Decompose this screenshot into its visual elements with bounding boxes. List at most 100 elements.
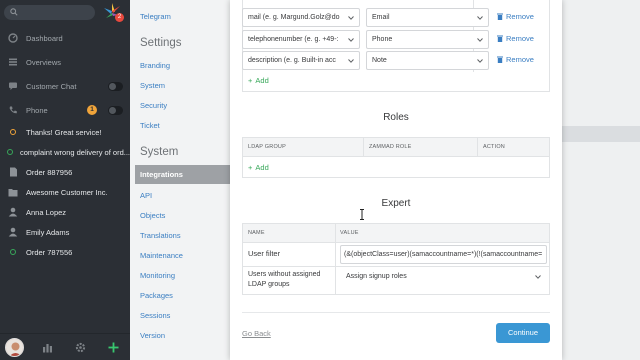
plus-icon: + [248, 76, 253, 85]
roles-table: LDAP GROUP ZAMMAD ROLE ACTION + Add [242, 137, 550, 178]
nav-overviews-label: Overviews [26, 57, 62, 67]
ticket-item-label: Thanks! Great service! [26, 127, 102, 137]
sidebar-ticket-item[interactable]: Thanks! Great service! [0, 122, 130, 142]
settings-nav-item-api[interactable]: API [140, 191, 152, 200]
ldap-attribute-value: mail (e. g. Margund.Golz@do [248, 14, 340, 21]
phone-toggle[interactable] [108, 106, 123, 115]
remove-label: Remove [506, 34, 534, 43]
sidebar-user-item[interactable]: Anna Lopez [0, 202, 130, 222]
chat-icon [0, 81, 26, 91]
search-icon [10, 8, 18, 16]
remove-mapping-button[interactable]: Remove [497, 12, 534, 21]
settings-section-heading: Settings [140, 37, 182, 49]
zammad-attribute-select[interactable]: Note [366, 51, 489, 70]
trash-icon [497, 13, 503, 20]
settings-nav-item-system[interactable]: System [140, 81, 165, 90]
settings-nav-item-sessions[interactable]: Sessions [140, 311, 170, 320]
expert-heading: Expert [381, 198, 411, 209]
chevron-down-icon [348, 16, 354, 20]
settings-nav-item-version[interactable]: Version [140, 331, 165, 340]
add-mapping-label: Add [255, 76, 269, 85]
sidebar-top-bar: 2 [0, 0, 130, 26]
zammad-role-column-header: ZAMMAD ROLE [369, 144, 412, 150]
unassigned-users-select[interactable]: Assign signup roles [340, 267, 547, 286]
mapping-row: mail (e. g. Margund.Golz@do Email Remove [242, 8, 538, 29]
settings-nav-item-integrations-label: Integrations [140, 170, 183, 179]
nav-phone-label: Phone [26, 105, 48, 115]
add-mapping-button[interactable]: + Add [248, 76, 269, 85]
unassigned-users-label: Users without assigned LDAP groups [248, 271, 321, 288]
user-icon [0, 227, 26, 237]
remove-mapping-button[interactable]: Remove [497, 34, 534, 43]
document-icon [0, 167, 26, 177]
continue-button[interactable]: Continue [496, 323, 550, 343]
sidebar-ticket-item[interactable]: complaint wrong delivery of ord... [0, 142, 130, 162]
zammad-attribute-value: Note [372, 57, 387, 64]
organization-item-label: Awesome Customer Inc. [26, 187, 108, 197]
nav-overviews[interactable]: Overviews [0, 52, 130, 72]
system-section-heading: System [140, 146, 179, 158]
sidebar-user-item[interactable]: Emily Adams [0, 222, 130, 242]
ldap-attribute-select[interactable]: telephonenumber (e. g. +49-: [242, 30, 360, 49]
settings-nav-item-objects[interactable]: Objects [140, 211, 165, 220]
trash-icon [497, 56, 503, 63]
ticket-status-icon [0, 129, 26, 135]
user-item-label: Anna Lopez [26, 207, 67, 217]
ticket-status-icon [0, 149, 20, 155]
nav-customer-chat-label: Customer Chat [26, 81, 77, 91]
sidebar-bottom-bar [0, 333, 130, 360]
go-back-link[interactable]: Go Back [242, 329, 271, 338]
settings-nav-item-ticket[interactable]: Ticket [140, 121, 160, 130]
sidebar-ticket-item[interactable]: Order 887956 [0, 162, 130, 182]
add-role-label: Add [255, 163, 269, 172]
gear-icon[interactable] [75, 342, 86, 353]
zammad-attribute-select[interactable]: Email [366, 8, 489, 27]
settings-nav-item-monitoring[interactable]: Monitoring [140, 271, 175, 280]
nav-customer-chat[interactable]: Customer Chat [0, 76, 130, 96]
nav-dashboard-label: Dashboard [26, 33, 63, 43]
zammad-attribute-select[interactable]: Phone [366, 30, 489, 49]
zammad-attribute-value: Phone [372, 36, 393, 43]
mapping-row: description (e. g. Built-in acc Note Rem… [242, 51, 538, 72]
ldap-attribute-value: telephonenumber (e. g. +49-: [248, 36, 339, 43]
phone-icon [0, 105, 26, 115]
ticket-item-label: Order 787556 [26, 247, 73, 257]
modal-footer-divider [242, 312, 550, 313]
settings-nav-item-security[interactable]: Security [140, 101, 167, 110]
settings-nav-item-maintenance[interactable]: Maintenance [140, 251, 183, 260]
add-role-button[interactable]: + Add [248, 163, 269, 172]
chevron-down-icon [477, 59, 483, 63]
plus-icon: + [248, 163, 253, 172]
nav-dashboard[interactable]: Dashboard [0, 28, 130, 48]
settings-nav-item-telegram[interactable]: Telegram [140, 12, 171, 21]
roles-heading: Roles [383, 112, 409, 123]
remove-label: Remove [506, 55, 534, 64]
nav-phone[interactable]: Phone 1 [0, 100, 130, 120]
sidebar-ticket-item[interactable]: Order 787556 [0, 242, 130, 262]
chat-toggle[interactable] [108, 82, 123, 91]
remove-mapping-button[interactable]: Remove [497, 55, 534, 64]
ldap-attribute-value: description (e. g. Built-in acc [248, 57, 336, 64]
overviews-icon [0, 57, 26, 67]
add-icon[interactable] [108, 342, 119, 353]
reports-icon[interactable] [42, 342, 53, 353]
main-sidebar: 2 Dashboard Overviews Customer Chat Phon… [0, 0, 130, 360]
settings-nav-item-translations[interactable]: Translations [140, 231, 181, 240]
settings-nav-item-branding[interactable]: Branding [140, 61, 170, 70]
zammad-attribute-value: Email [372, 14, 390, 21]
dashboard-icon [0, 33, 26, 43]
mapping-row: telephonenumber (e. g. +49-: Phone Remov… [242, 30, 538, 51]
settings-nav-item-packages[interactable]: Packages [140, 291, 173, 300]
ldap-attribute-select[interactable]: description (e. g. Built-in acc [242, 51, 360, 70]
background-content-bar [562, 126, 640, 142]
phone-count-badge: 1 [87, 105, 97, 115]
ldap-attribute-select[interactable]: mail (e. g. Margund.Golz@do [242, 8, 360, 27]
search-input[interactable] [4, 5, 95, 20]
user-filter-input[interactable]: (&(objectClass=user)(samaccountname=*)(!… [340, 245, 547, 264]
avatar[interactable] [5, 338, 24, 357]
ldap-wizard-modal: mail (e. g. Margund.Golz@do Email Remove… [230, 0, 562, 360]
user-filter-label: User filter [248, 249, 281, 258]
user-filter-value: (&(objectClass=user)(samaccountname=*)(!… [344, 251, 543, 258]
sidebar-organization-item[interactable]: Awesome Customer Inc. [0, 182, 130, 202]
chevron-down-icon [348, 38, 354, 42]
